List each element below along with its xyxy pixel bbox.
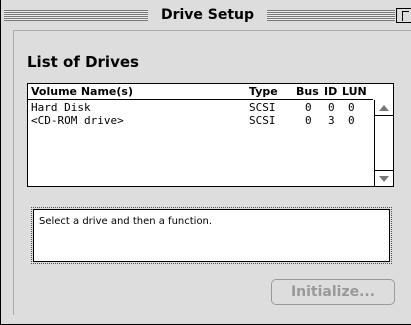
list-heading: List of Drives xyxy=(27,53,139,71)
window-title: Drive Setup xyxy=(148,5,267,25)
drive-bus: 0 xyxy=(305,101,312,114)
column-header-lun: LUN xyxy=(342,85,367,98)
column-header-id: ID xyxy=(324,85,338,98)
drive-row[interactable]: <CD-ROM drive> SCSI 0 3 0 xyxy=(28,114,373,127)
drive-volume-name: <CD-ROM drive> xyxy=(31,114,124,127)
status-message-box: Select a drive and then a function. xyxy=(31,207,392,264)
drive-volume-name: Hard Disk xyxy=(31,101,91,114)
initialize-button[interactable]: Initialize... xyxy=(271,279,395,305)
drive-list[interactable]: Volume Name(s) Type Bus ID LUN Hard Disk… xyxy=(27,83,394,187)
column-header-volume: Volume Name(s) xyxy=(31,85,133,98)
drive-rows: Hard Disk SCSI 0 0 0 <CD-ROM drive> SCSI… xyxy=(28,101,373,127)
drive-setup-window: Drive Setup List of Drives Volume Name(s… xyxy=(0,0,411,325)
zoom-box-icon[interactable] xyxy=(396,8,411,23)
drive-id: 3 xyxy=(328,114,335,127)
title-bar[interactable]: Drive Setup xyxy=(1,0,411,29)
drive-type: SCSI xyxy=(249,101,276,114)
drive-list-scrollbar[interactable] xyxy=(374,100,393,186)
column-header-type: Type xyxy=(249,85,278,98)
status-message: Select a drive and then a function. xyxy=(39,216,213,227)
scroll-down-arrow-icon[interactable] xyxy=(375,170,393,186)
drive-row[interactable]: Hard Disk SCSI 0 0 0 xyxy=(28,101,373,114)
title-bar-stripes-left xyxy=(4,10,148,21)
drive-id: 0 xyxy=(328,101,335,114)
title-bar-stripes-right xyxy=(267,10,395,21)
scroll-track[interactable] xyxy=(375,117,393,169)
drive-lun: 0 xyxy=(348,114,355,127)
column-header-bus: Bus xyxy=(296,85,319,98)
drive-lun: 0 xyxy=(348,101,355,114)
column-header-row: Volume Name(s) Type Bus ID LUN xyxy=(28,84,373,100)
drive-type: SCSI xyxy=(249,114,276,127)
scroll-up-arrow-icon[interactable] xyxy=(375,100,393,116)
drive-bus: 0 xyxy=(305,114,312,127)
